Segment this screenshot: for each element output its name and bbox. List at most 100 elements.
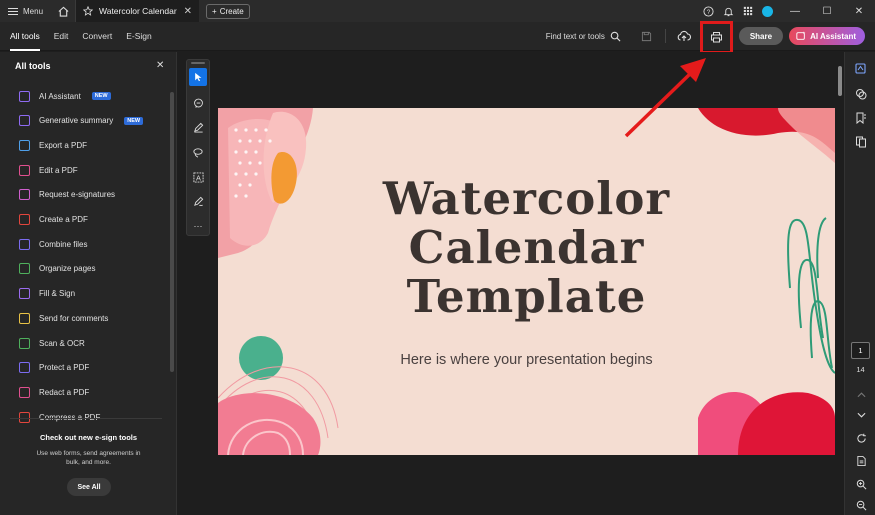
tool-icon bbox=[19, 115, 30, 127]
tool-item[interactable]: AI Assistant NEW bbox=[19, 88, 111, 104]
draw-lasso-icon[interactable] bbox=[189, 143, 207, 161]
star-icon[interactable] bbox=[83, 6, 94, 16]
document-scrollbar[interactable] bbox=[838, 66, 842, 96]
zoom-out-icon[interactable] bbox=[853, 497, 869, 513]
ai-assistant-label: AI Assistant bbox=[810, 31, 856, 41]
tool-label: Generative summary bbox=[39, 116, 114, 126]
tool-label: Request e-signatures bbox=[39, 190, 116, 200]
save-icon bbox=[642, 31, 652, 41]
tool-label: Redact a PDF bbox=[39, 387, 90, 397]
create-label: Create bbox=[219, 6, 244, 16]
avatar[interactable] bbox=[762, 5, 773, 17]
minimize-button[interactable]: — bbox=[779, 0, 811, 22]
tab-edit[interactable]: Edit bbox=[54, 22, 69, 51]
new-badge: NEW bbox=[124, 116, 144, 125]
tool-icon bbox=[19, 164, 30, 176]
tool-item[interactable]: Send for comments bbox=[19, 310, 108, 326]
tab-all-tools[interactable]: All tools bbox=[10, 22, 40, 51]
ai-assistant-button[interactable]: AI Assistant bbox=[789, 27, 865, 45]
tool-item[interactable]: Scan & OCR bbox=[19, 335, 85, 351]
save-button[interactable] bbox=[635, 24, 659, 48]
home-button[interactable] bbox=[51, 0, 75, 22]
print-button[interactable] bbox=[699, 20, 733, 54]
title-bar: Menu Watercolor Calendar Te... ✕ + Creat… bbox=[0, 0, 875, 22]
search-icon bbox=[610, 31, 621, 41]
all-tools-panel: All tools ✕ AI Assistant NEW Generative su… bbox=[0, 52, 177, 515]
tool-icon bbox=[19, 189, 30, 201]
current-page[interactable]: 1 bbox=[851, 342, 870, 359]
tool-label: Send for comments bbox=[39, 313, 109, 323]
tool-icon bbox=[19, 386, 30, 398]
tool-item[interactable]: Protect a PDF bbox=[19, 360, 89, 376]
tool-item[interactable]: Generative summary NEW bbox=[19, 113, 144, 129]
select-tool-icon[interactable] bbox=[189, 68, 207, 86]
pages-icon[interactable] bbox=[853, 134, 869, 150]
highlight-pen-icon[interactable] bbox=[189, 118, 207, 136]
svg-text:A: A bbox=[196, 173, 201, 182]
slide-title: Watercolor Calendar Template bbox=[318, 174, 735, 321]
comments-icon[interactable] bbox=[853, 86, 869, 102]
menu-button[interactable]: Menu bbox=[0, 0, 51, 22]
tool-item[interactable]: Request e-signatures bbox=[19, 187, 115, 203]
ai-summary-icon[interactable] bbox=[853, 60, 869, 76]
slide-subtitle: Here is where your presentation begins bbox=[400, 352, 653, 368]
bell-icon[interactable] bbox=[718, 0, 738, 22]
promo-title: Check out new e-sign tools bbox=[39, 433, 138, 442]
tool-icon bbox=[19, 139, 30, 151]
document-tab[interactable]: Watercolor Calendar Te... ✕ bbox=[75, 0, 200, 22]
upload-button[interactable] bbox=[672, 24, 696, 48]
share-button[interactable]: Share bbox=[738, 27, 784, 45]
comment-tool-icon[interactable] bbox=[189, 94, 207, 112]
close-tab-icon[interactable]: ✕ bbox=[184, 6, 192, 17]
tool-item[interactable]: Create a PDF bbox=[19, 212, 88, 228]
tab-convert[interactable]: Convert bbox=[82, 22, 112, 51]
tool-label: Create a PDF bbox=[39, 215, 88, 224]
tab-e-sign[interactable]: E-Sign bbox=[126, 22, 152, 51]
stamp-sign-icon[interactable] bbox=[189, 192, 207, 210]
ai-assistant-icon bbox=[796, 31, 806, 40]
maximize-button[interactable]: ☐ bbox=[811, 0, 843, 22]
bookmark-icon[interactable] bbox=[853, 110, 869, 126]
chevron-down-icon[interactable] bbox=[853, 407, 869, 423]
tool-item[interactable]: Combine files bbox=[19, 236, 87, 252]
tool-item[interactable]: Organize pages bbox=[19, 261, 95, 277]
printer-icon bbox=[710, 32, 722, 43]
create-button[interactable]: + Create bbox=[206, 3, 250, 19]
main-toolbar: All tools Edit Convert E-Sign Find text … bbox=[0, 20, 875, 54]
tool-item[interactable]: Export a PDF bbox=[19, 137, 87, 153]
slide-title-line: Template bbox=[406, 270, 647, 323]
more-tools-icon[interactable]: ··· bbox=[189, 217, 207, 235]
quick-tools-grip[interactable] bbox=[191, 62, 205, 64]
tool-label: Export a PDF bbox=[39, 140, 88, 150]
find-text-or-tools[interactable]: Find text or tools bbox=[546, 31, 621, 42]
slide-title-line: Calendar bbox=[408, 221, 645, 274]
help-icon[interactable]: ? bbox=[698, 0, 718, 22]
apps-grid-icon[interactable] bbox=[738, 0, 758, 22]
panel-scrollbar[interactable] bbox=[170, 92, 174, 372]
menu-label: Menu bbox=[23, 6, 44, 16]
tool-icon bbox=[19, 288, 30, 300]
close-window-button[interactable]: ✕ bbox=[843, 0, 875, 22]
page-export-icon[interactable] bbox=[853, 453, 869, 469]
home-icon bbox=[58, 6, 68, 17]
tool-label: Edit a PDF bbox=[39, 165, 78, 175]
zoom-in-icon[interactable] bbox=[853, 476, 869, 492]
right-rail: 1 14 bbox=[844, 52, 875, 515]
tool-item[interactable]: Redact a PDF bbox=[19, 384, 89, 400]
tool-icon bbox=[19, 312, 30, 324]
text-box-icon[interactable]: A bbox=[189, 168, 207, 186]
see-all-button[interactable]: See All bbox=[67, 478, 111, 496]
tool-label: Fill & Sign bbox=[39, 289, 76, 299]
chevron-up-icon[interactable] bbox=[853, 387, 869, 403]
toolbar-divider bbox=[664, 29, 666, 43]
slide-page: Watercolor Calendar Template Here is whe… bbox=[218, 108, 835, 455]
tool-item[interactable]: Edit a PDF bbox=[19, 162, 78, 178]
tool-label: Organize pages bbox=[39, 264, 96, 274]
hamburger-icon bbox=[8, 7, 18, 15]
close-panel-icon[interactable]: ✕ bbox=[156, 60, 164, 71]
tool-icon bbox=[19, 362, 30, 374]
new-badge: NEW bbox=[91, 92, 111, 100]
rotate-icon[interactable] bbox=[853, 430, 869, 446]
quick-tools-bar: A ··· bbox=[186, 59, 210, 236]
tool-item[interactable]: Fill & Sign bbox=[19, 286, 75, 302]
